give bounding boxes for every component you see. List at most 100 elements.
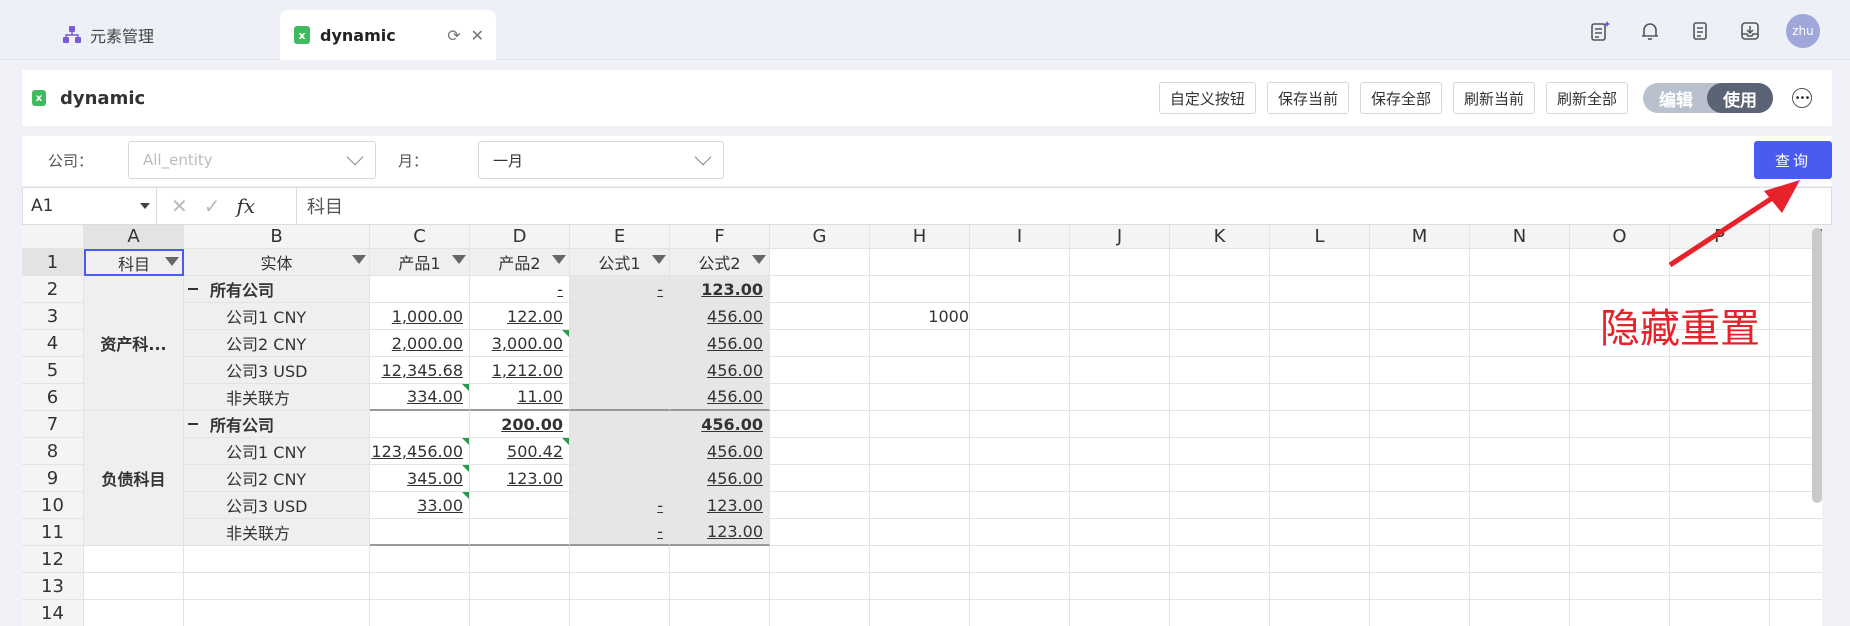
entity-cell[interactable]: 公司1 CNY [184,303,370,330]
empty-cell[interactable] [1270,492,1370,519]
empty-cell[interactable] [970,249,1070,276]
row-header-8[interactable]: 8 [22,438,84,465]
empty-cell[interactable] [84,546,184,573]
empty-cell[interactable] [1470,411,1570,438]
empty-cell[interactable] [1270,573,1370,600]
empty-cell[interactable] [1270,276,1370,303]
entity-cell[interactable]: 所有公司 [184,276,370,303]
empty-cell[interactable] [1670,519,1770,546]
empty-cell[interactable] [570,600,670,626]
empty-cell[interactable] [1570,411,1670,438]
value-cell-c[interactable]: 33.00 [370,492,470,519]
column-header-f[interactable]: F [670,225,770,249]
value-cell-d[interactable]: 122.00 [470,303,570,330]
empty-cell[interactable] [1070,330,1170,357]
vertical-scrollbar[interactable] [1812,228,1822,503]
entity-cell[interactable]: 公司3 USD [184,492,370,519]
empty-cell[interactable] [1470,276,1570,303]
empty-cell[interactable] [1070,546,1170,573]
value-cell-f[interactable]: 456.00 [670,357,770,384]
refresh-icon[interactable]: ⟳ [447,26,460,45]
empty-cell[interactable] [1470,438,1570,465]
empty-cell[interactable] [1470,573,1570,600]
month-select[interactable]: 一月 [478,141,724,179]
row-header-11[interactable]: 11 [22,519,84,546]
empty-cell[interactable] [770,519,870,546]
collapse-icon[interactable] [188,423,198,425]
empty-cell[interactable] [1370,519,1470,546]
empty-cell[interactable] [1270,303,1370,330]
empty-cell[interactable] [970,465,1070,492]
tab-element-management[interactable]: 元素管理 [62,10,154,60]
empty-cell[interactable] [1170,357,1270,384]
empty-cell[interactable] [370,546,470,573]
value-cell-f[interactable]: 456.00 [670,438,770,465]
empty-cell[interactable] [370,573,470,600]
empty-cell[interactable] [1270,411,1370,438]
empty-cell[interactable] [970,411,1070,438]
filter-icon[interactable] [552,255,566,264]
column-header-k[interactable]: K [1170,225,1270,249]
empty-cell[interactable] [1270,519,1370,546]
row-header-4[interactable]: 4 [22,330,84,357]
empty-cell[interactable] [970,600,1070,626]
empty-cell[interactable] [970,276,1070,303]
empty-cell[interactable] [1670,573,1770,600]
value-cell-d[interactable] [470,519,570,546]
empty-cell[interactable] [1470,465,1570,492]
value-cell-c[interactable]: 334.00 [370,384,470,411]
column-header-i[interactable]: I [970,225,1070,249]
empty-cell[interactable] [1470,357,1570,384]
empty-cell[interactable] [1170,465,1270,492]
empty-cell[interactable] [1570,600,1670,626]
empty-cell[interactable] [870,411,970,438]
column-header-a[interactable]: A [84,225,184,249]
empty-cell[interactable] [184,573,370,600]
row-header-10[interactable]: 10 [22,492,84,519]
empty-cell[interactable] [870,330,970,357]
empty-cell[interactable] [84,573,184,600]
empty-cell[interactable] [184,546,370,573]
column-header-g[interactable]: G [770,225,870,249]
empty-cell[interactable] [970,384,1070,411]
filter-icon[interactable] [652,255,666,264]
empty-cell[interactable] [1470,384,1570,411]
empty-cell[interactable] [1170,519,1270,546]
empty-cell[interactable] [1170,411,1270,438]
value-cell-d[interactable]: 500.42 [470,438,570,465]
empty-cell[interactable] [770,600,870,626]
empty-cell[interactable] [1370,465,1470,492]
value-cell-c[interactable]: 1,000.00 [370,303,470,330]
empty-cell[interactable] [870,438,970,465]
entity-cell[interactable]: 所有公司 [184,411,370,438]
empty-cell[interactable] [1470,600,1570,626]
empty-cell[interactable] [870,573,970,600]
empty-cell[interactable] [1570,573,1670,600]
value-cell-c[interactable] [370,276,470,303]
column-header-m[interactable]: M [1370,225,1470,249]
empty-cell[interactable] [1470,519,1570,546]
entity-cell[interactable]: 公司1 CNY [184,438,370,465]
value-cell-d[interactable]: - [470,276,570,303]
empty-cell[interactable] [1770,519,1822,546]
empty-cell[interactable] [1570,357,1670,384]
empty-cell[interactable] [870,492,970,519]
column-header-e[interactable]: E [570,225,670,249]
more-icon[interactable]: ••• [1792,88,1812,108]
value-cell-f[interactable]: 123.00 [670,492,770,519]
row-header-12[interactable]: 12 [22,546,84,573]
column-header-o[interactable]: O [1570,225,1670,249]
document-sparkle-icon[interactable] [1586,17,1614,45]
column-header-h[interactable]: H [870,225,970,249]
row-header-9[interactable]: 9 [22,465,84,492]
empty-cell[interactable] [970,492,1070,519]
filter-icon[interactable] [352,255,366,264]
value-cell-c[interactable]: 12,345.68 [370,357,470,384]
value-cell-c[interactable] [370,411,470,438]
empty-cell[interactable] [1070,276,1170,303]
empty-cell[interactable] [1570,438,1670,465]
empty-cell[interactable] [1170,330,1270,357]
empty-cell[interactable] [1670,465,1770,492]
empty-cell[interactable] [1170,249,1270,276]
empty-cell[interactable] [970,303,1070,330]
